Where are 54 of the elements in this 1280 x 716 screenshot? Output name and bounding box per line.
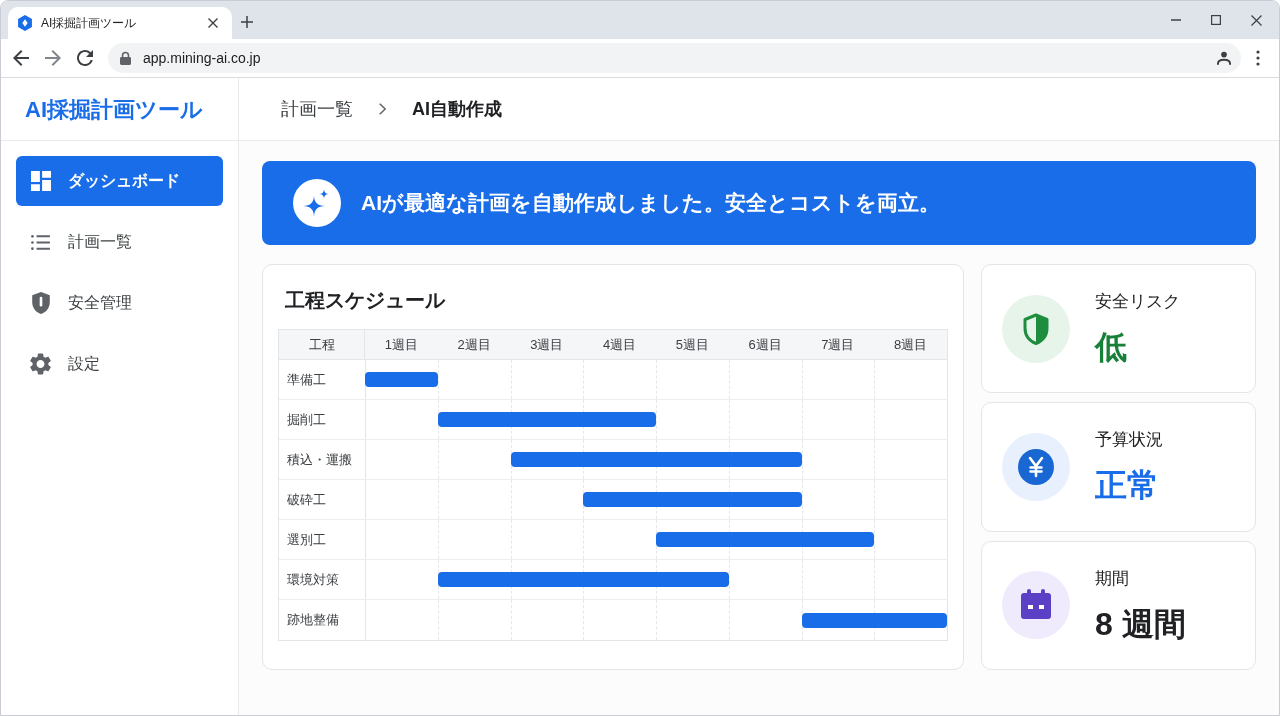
dashboard-icon [30, 171, 51, 191]
task-name: 準備工 [286, 370, 327, 389]
more-vertical-icon [1256, 50, 1260, 66]
column-header: 5週目 [674, 335, 710, 354]
sidebar-item[interactable]: 計画一覧 [16, 217, 223, 267]
column-header: 4週目 [602, 335, 638, 354]
minimize-icon [1171, 19, 1181, 21]
task-name: 選別工 [286, 530, 327, 549]
status-label: 予算状況 [1095, 429, 1163, 452]
hexagon-icon [18, 15, 32, 31]
lock-icon [120, 51, 131, 65]
sidebar-item[interactable]: 設定 [16, 339, 223, 389]
task-name: 跡地整備 [286, 611, 340, 630]
column-header: 8週目 [893, 335, 929, 354]
column-header: 7週目 [820, 335, 856, 354]
sidebar-item[interactable]: ダッシュボード [16, 156, 223, 206]
task-name: 積込・運搬 [286, 450, 353, 469]
breadcrumb-current: AI自動作成 [412, 97, 502, 121]
person-icon [1217, 51, 1231, 65]
status-value: 8 週間 [1095, 604, 1186, 644]
calendar-icon [1002, 571, 1070, 640]
column-header: 2週目 [456, 335, 492, 354]
banner-message: AIが最適な計画を自動作成しました。安全とコストを両立。 [361, 190, 940, 217]
sparkle-icon [293, 179, 341, 227]
arrow-right-icon [45, 50, 61, 66]
shield-icon [31, 292, 50, 314]
status-label: 期間 [1095, 567, 1130, 590]
shield-icon [1002, 294, 1070, 363]
task-name: 掘削工 [286, 410, 327, 429]
browser-tab[interactable]: AI採掘計画ツール [8, 7, 232, 39]
task-name: 破砕工 [286, 490, 327, 509]
column-header: 1週目 [383, 335, 419, 354]
app-logo: AI採掘計画ツール [25, 95, 203, 124]
arrow-left-icon [13, 50, 29, 66]
column-header: 3週目 [529, 335, 565, 354]
yen-icon [1002, 433, 1070, 501]
task-name: 環境対策 [286, 570, 340, 589]
sidebar-item[interactable]: 安全管理 [16, 278, 223, 328]
status-value: 正常 [1095, 466, 1160, 506]
column-header: 6週目 [747, 335, 783, 354]
status-value: 低 [1095, 328, 1128, 368]
status-label: 安全リスク [1095, 291, 1180, 314]
schedule-title: 工程スケジュール [284, 288, 447, 313]
close-icon [208, 18, 218, 28]
close-icon [1250, 14, 1262, 26]
list-icon [31, 234, 50, 250]
reload-icon [77, 50, 93, 66]
address-bar[interactable]: app.mining-ai.co.jp [108, 43, 1241, 73]
maximize-icon [1211, 15, 1221, 25]
settings-icon [30, 353, 51, 375]
plus-icon [241, 16, 253, 28]
breadcrumb-link[interactable]: 計画一覧 [281, 95, 353, 123]
column-header: 工程 [279, 330, 365, 359]
chevron-right-icon [379, 103, 386, 115]
